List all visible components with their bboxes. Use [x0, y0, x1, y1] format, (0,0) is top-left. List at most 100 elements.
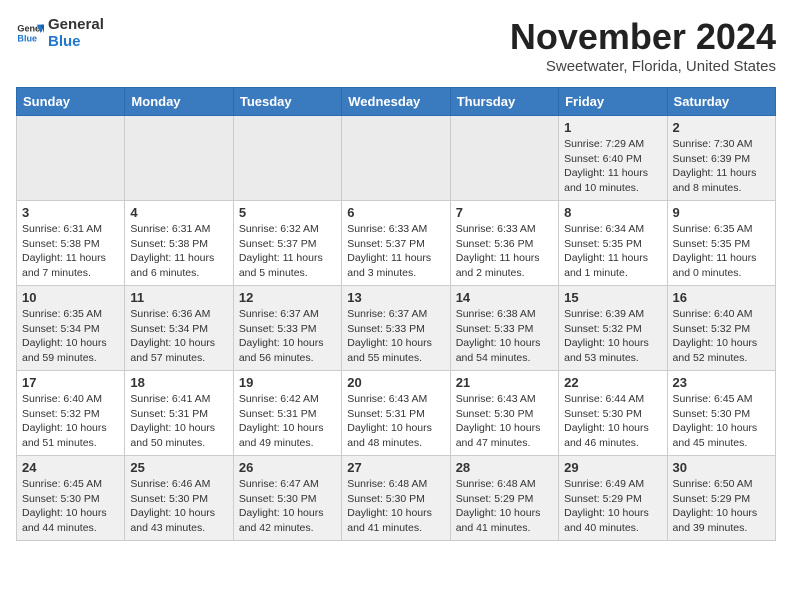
logo-general: General — [48, 16, 104, 33]
day-info: Sunrise: 6:43 AM Sunset: 5:31 PM Dayligh… — [347, 392, 444, 451]
day-info: Sunrise: 6:37 AM Sunset: 5:33 PM Dayligh… — [347, 307, 444, 366]
day-number: 22 — [564, 375, 661, 390]
day-number: 10 — [22, 290, 119, 305]
day-info: Sunrise: 7:29 AM Sunset: 6:40 PM Dayligh… — [564, 137, 661, 196]
day-info: Sunrise: 6:45 AM Sunset: 5:30 PM Dayligh… — [673, 392, 770, 451]
calendar-cell: 9 Sunrise: 6:35 AM Sunset: 5:35 PM Daylig… — [667, 201, 775, 286]
calendar-cell: 19Sunrise: 6:42 AM Sunset: 5:31 PM Dayli… — [233, 371, 341, 456]
day-info: Sunrise: 6:47 AM Sunset: 5:30 PM Dayligh… — [239, 477, 336, 536]
calendar-cell: 14 Sunrise: 6:38 AM Sunset: 5:33 PM Dayli… — [450, 286, 558, 371]
calendar-cell: 16 Sunrise: 6:40 AM Sunset: 5:32 PM Dayli… — [667, 286, 775, 371]
day-number: 28 — [456, 460, 553, 475]
day-number: 1 — [564, 120, 661, 135]
weekday-header-tuesday: Tuesday — [233, 88, 341, 116]
day-info: Sunrise: 6:39 AM Sunset: 5:32 PM Dayligh… — [564, 307, 661, 366]
weekday-header-thursday: Thursday — [450, 88, 558, 116]
calendar-week-row: 17 Sunrise: 6:40 AM Sunset: 5:32 PM Dayli… — [17, 371, 776, 456]
calendar-cell: 12Sunrise: 6:37 AM Sunset: 5:33 PM Dayli… — [233, 286, 341, 371]
day-info: Sunrise: 6:41 AM Sunset: 5:31 PM Dayligh… — [130, 392, 227, 451]
weekday-header-wednesday: Wednesday — [342, 88, 450, 116]
day-number: 5 — [239, 205, 336, 220]
day-info: Sunrise: 6:38 AM Sunset: 5:33 PM Dayligh… — [456, 307, 553, 366]
calendar-cell: 26 Sunrise: 6:47 AM Sunset: 5:30 PM Dayli… — [233, 456, 341, 541]
weekday-header-row: SundayMondayTuesdayWednesdayThursdayFrid… — [17, 88, 776, 116]
day-info: Sunrise: 6:48 AM Sunset: 5:29 PM Dayligh… — [456, 477, 553, 536]
day-number: 2 — [673, 120, 770, 135]
day-number: 24 — [22, 460, 119, 475]
day-number: 14 — [456, 290, 553, 305]
day-number: 26 — [239, 460, 336, 475]
calendar-cell: 30 Sunrise: 6:50 AM Sunset: 5:29 PM Dayli… — [667, 456, 775, 541]
day-info: Sunrise: 6:50 AM Sunset: 5:29 PM Dayligh… — [673, 477, 770, 536]
calendar-cell: 21 Sunrise: 6:43 AM Sunset: 5:30 PM Dayli… — [450, 371, 558, 456]
day-info: Sunrise: 6:35 AM Sunset: 5:35 PM Dayligh… — [673, 222, 770, 281]
day-number: 18 — [130, 375, 227, 390]
day-info: Sunrise: 6:34 AM Sunset: 5:35 PM Dayligh… — [564, 222, 661, 281]
calendar-cell: 11Sunrise: 6:36 AM Sunset: 5:34 PM Dayli… — [125, 286, 233, 371]
day-number: 9 — [673, 205, 770, 220]
calendar-cell: 23 Sunrise: 6:45 AM Sunset: 5:30 PM Dayli… — [667, 371, 775, 456]
calendar-header: SundayMondayTuesdayWednesdayThursdayFrid… — [17, 88, 776, 116]
logo-icon: General Blue — [16, 19, 44, 47]
day-info: Sunrise: 6:44 AM Sunset: 5:30 PM Dayligh… — [564, 392, 661, 451]
day-number: 7 — [456, 205, 553, 220]
calendar-cell — [125, 116, 233, 201]
calendar-cell: 1 Sunrise: 7:29 AM Sunset: 6:40 PM Daylig… — [559, 116, 667, 201]
day-number: 15 — [564, 290, 661, 305]
day-info: Sunrise: 6:46 AM Sunset: 5:30 PM Dayligh… — [130, 477, 227, 536]
calendar-week-row: 10Sunrise: 6:35 AM Sunset: 5:34 PM Dayli… — [17, 286, 776, 371]
day-info: Sunrise: 6:40 AM Sunset: 5:32 PM Dayligh… — [673, 307, 770, 366]
day-info: Sunrise: 6:40 AM Sunset: 5:32 PM Dayligh… — [22, 392, 119, 451]
weekday-header-saturday: Saturday — [667, 88, 775, 116]
day-number: 19 — [239, 375, 336, 390]
day-number: 21 — [456, 375, 553, 390]
calendar-cell: 10Sunrise: 6:35 AM Sunset: 5:34 PM Dayli… — [17, 286, 125, 371]
calendar-cell — [450, 116, 558, 201]
day-number: 30 — [673, 460, 770, 475]
day-number: 6 — [347, 205, 444, 220]
title-area: November 2024 Sweetwater, Florida, Unite… — [510, 16, 776, 75]
day-number: 16 — [673, 290, 770, 305]
day-number: 23 — [673, 375, 770, 390]
calendar-cell: 8 Sunrise: 6:34 AM Sunset: 5:35 PM Daylig… — [559, 201, 667, 286]
location-subtitle: Sweetwater, Florida, United States — [510, 58, 776, 75]
calendar-cell: 7 Sunrise: 6:33 AM Sunset: 5:36 PM Daylig… — [450, 201, 558, 286]
logo-text: General Blue — [48, 16, 104, 50]
calendar-cell: 17 Sunrise: 6:40 AM Sunset: 5:32 PM Dayli… — [17, 371, 125, 456]
weekday-header-monday: Monday — [125, 88, 233, 116]
calendar-cell — [233, 116, 341, 201]
day-info: Sunrise: 7:30 AM Sunset: 6:39 PM Dayligh… — [673, 137, 770, 196]
day-number: 3 — [22, 205, 119, 220]
day-number: 11 — [130, 290, 227, 305]
day-number: 27 — [347, 460, 444, 475]
day-number: 29 — [564, 460, 661, 475]
day-info: Sunrise: 6:45 AM Sunset: 5:30 PM Dayligh… — [22, 477, 119, 536]
calendar-cell: 22 Sunrise: 6:44 AM Sunset: 5:30 PM Dayli… — [559, 371, 667, 456]
calendar-body: 1 Sunrise: 7:29 AM Sunset: 6:40 PM Daylig… — [17, 116, 776, 541]
day-number: 17 — [22, 375, 119, 390]
logo-blue: Blue — [48, 33, 104, 50]
weekday-header-friday: Friday — [559, 88, 667, 116]
day-number: 8 — [564, 205, 661, 220]
month-title: November 2024 — [510, 16, 776, 58]
calendar-cell — [342, 116, 450, 201]
calendar-cell: 4Sunrise: 6:31 AM Sunset: 5:38 PM Daylig… — [125, 201, 233, 286]
day-info: Sunrise: 6:33 AM Sunset: 5:37 PM Dayligh… — [347, 222, 444, 281]
day-number: 20 — [347, 375, 444, 390]
calendar-table: SundayMondayTuesdayWednesdayThursdayFrid… — [16, 87, 776, 541]
calendar-cell: 13 Sunrise: 6:37 AM Sunset: 5:33 PM Dayli… — [342, 286, 450, 371]
calendar-week-row: 3Sunrise: 6:31 AM Sunset: 5:38 PM Daylig… — [17, 201, 776, 286]
calendar-cell: 3Sunrise: 6:31 AM Sunset: 5:38 PM Daylig… — [17, 201, 125, 286]
day-info: Sunrise: 6:43 AM Sunset: 5:30 PM Dayligh… — [456, 392, 553, 451]
logo: General Blue General Blue — [16, 16, 104, 50]
day-number: 13 — [347, 290, 444, 305]
calendar-cell: 2 Sunrise: 7:30 AM Sunset: 6:39 PM Daylig… — [667, 116, 775, 201]
day-number: 25 — [130, 460, 227, 475]
svg-text:Blue: Blue — [17, 33, 37, 43]
day-info: Sunrise: 6:33 AM Sunset: 5:36 PM Dayligh… — [456, 222, 553, 281]
calendar-cell: 28 Sunrise: 6:48 AM Sunset: 5:29 PM Dayli… — [450, 456, 558, 541]
calendar-cell: 6 Sunrise: 6:33 AM Sunset: 5:37 PM Daylig… — [342, 201, 450, 286]
calendar-cell: 18 Sunrise: 6:41 AM Sunset: 5:31 PM Dayli… — [125, 371, 233, 456]
calendar-cell: 29Sunrise: 6:49 AM Sunset: 5:29 PM Dayli… — [559, 456, 667, 541]
day-info: Sunrise: 6:32 AM Sunset: 5:37 PM Dayligh… — [239, 222, 336, 281]
